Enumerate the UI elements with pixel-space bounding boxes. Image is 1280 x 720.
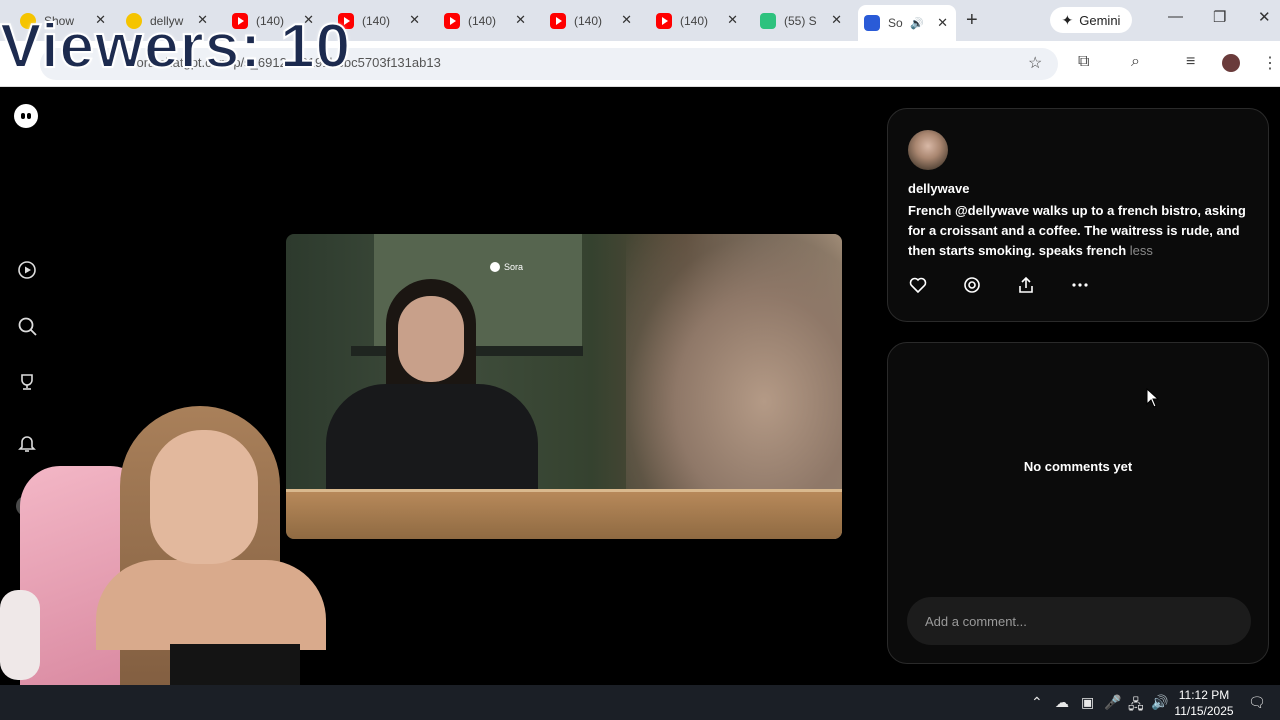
close-icon[interactable]: ✕ <box>515 12 526 28</box>
close-icon[interactable]: ✕ <box>831 12 842 28</box>
speaker-icon[interactable]: 🔊 <box>910 17 924 30</box>
webcam-shoulders <box>96 560 326 650</box>
media-control-icon[interactable]: ≡ <box>1186 53 1195 71</box>
system-clock[interactable]: 11:12 PM 11/15/2025 <box>1168 687 1240 719</box>
network-icon[interactable]: 🖧 <box>1128 694 1144 718</box>
tab-sora-active[interactable]: So 🔊 ✕ <box>858 5 956 41</box>
close-icon[interactable]: ✕ <box>937 15 948 31</box>
volume-icon[interactable]: 🔊 <box>1151 694 1168 711</box>
viewers-overlay: Viewers: 10 <box>0 12 352 81</box>
search-icon[interactable] <box>16 315 38 337</box>
comment-input[interactable] <box>907 597 1251 645</box>
microphone-icon[interactable]: 🎤 <box>1104 694 1121 711</box>
sora-watermark: Sora <box>490 262 523 272</box>
restore-icon[interactable]: ❐ <box>1213 8 1226 26</box>
heart-icon[interactable] <box>908 275 928 295</box>
trophy-icon[interactable] <box>16 371 38 393</box>
webcam-plush <box>0 590 40 680</box>
sparkle-icon: ✦ <box>1061 11 1074 28</box>
clock-date: 11/15/2025 <box>1174 704 1234 718</box>
cloud-icon[interactable]: ☁ <box>1055 694 1069 711</box>
tab-label: (140) <box>574 13 603 28</box>
post-actions <box>908 275 1124 295</box>
window-close-icon[interactable]: ✕ <box>1258 8 1271 26</box>
clock-time: 11:12 PM <box>1178 688 1230 702</box>
tab-app-55[interactable]: (55) S ✕ <box>760 6 842 35</box>
youtube-icon <box>444 12 460 29</box>
webcam-face <box>150 430 258 564</box>
extensions-icon[interactable]: ⧉ <box>1078 53 1089 71</box>
video-frame-counter <box>286 492 842 539</box>
device-icon[interactable]: ▣ <box>1081 694 1094 711</box>
mention-link[interactable]: @dellywave <box>955 203 1029 218</box>
tab-label: (140) <box>362 13 391 28</box>
author-username[interactable]: dellywave <box>908 181 969 196</box>
minimize-icon[interactable]: — <box>1168 8 1183 25</box>
notifications-icon[interactable]: 🗨 <box>1248 694 1266 711</box>
close-icon[interactable]: ✕ <box>409 12 420 28</box>
tab-youtube-3[interactable]: (140) ✕ <box>444 6 526 35</box>
chevron-up-icon[interactable]: ⌃ <box>1031 694 1043 711</box>
post-description: French @dellywave walks up to a french b… <box>908 201 1248 261</box>
green-app-icon <box>760 12 776 29</box>
post-card: dellywave French @dellywave walks up to … <box>887 108 1269 322</box>
gemini-label: Gemini <box>1079 12 1121 28</box>
bookmark-star-icon[interactable]: ☆ <box>1028 53 1042 73</box>
video-feed-icon[interactable] <box>16 259 38 281</box>
tab-youtube-4[interactable]: (140) ✕ <box>550 6 632 35</box>
tab-youtube-5[interactable]: (140) ✕ <box>656 6 738 35</box>
tab-label: (55) S <box>784 13 817 28</box>
gemini-button[interactable]: ✦ Gemini <box>1050 7 1132 33</box>
tab-label: So <box>888 16 903 30</box>
close-icon[interactable]: ✕ <box>727 12 738 28</box>
close-icon[interactable]: ✕ <box>621 12 632 28</box>
video-frame-body <box>326 384 538 494</box>
youtube-icon <box>656 12 672 29</box>
watermark-label: Sora <box>504 262 524 272</box>
sora-logo[interactable] <box>14 104 38 128</box>
youtube-icon <box>550 12 566 29</box>
share-icon[interactable] <box>1016 275 1036 295</box>
author-avatar[interactable] <box>908 130 948 170</box>
profile-avatar[interactable] <box>1222 54 1240 72</box>
comments-panel: No comments yet <box>887 342 1269 664</box>
video-player[interactable]: Sora <box>286 234 842 539</box>
menu-kebab-icon[interactable]: ⋮ <box>1262 53 1278 73</box>
new-tab-button[interactable]: + <box>966 9 978 32</box>
windows-taskbar: ⌃ ☁ ▣ 🎤 🖧 🔊 11:12 PM 11/15/2025 🗨 <box>0 685 1280 720</box>
video-frame-face <box>398 296 464 382</box>
sora-watermark-icon <box>490 262 500 272</box>
tab-label: (140) <box>468 13 497 28</box>
remix-icon[interactable] <box>962 275 982 295</box>
tab-search-icon[interactable]: ⌕ <box>1131 53 1140 71</box>
sora-icon <box>864 15 880 31</box>
tab-label: (140) <box>680 13 709 28</box>
less-toggle[interactable]: less <box>1130 243 1153 258</box>
desc-prefix: French <box>908 203 955 218</box>
webcam-overlay <box>0 400 330 720</box>
more-options-icon[interactable] <box>1070 275 1090 295</box>
no-comments-text: No comments yet <box>1023 459 1133 474</box>
